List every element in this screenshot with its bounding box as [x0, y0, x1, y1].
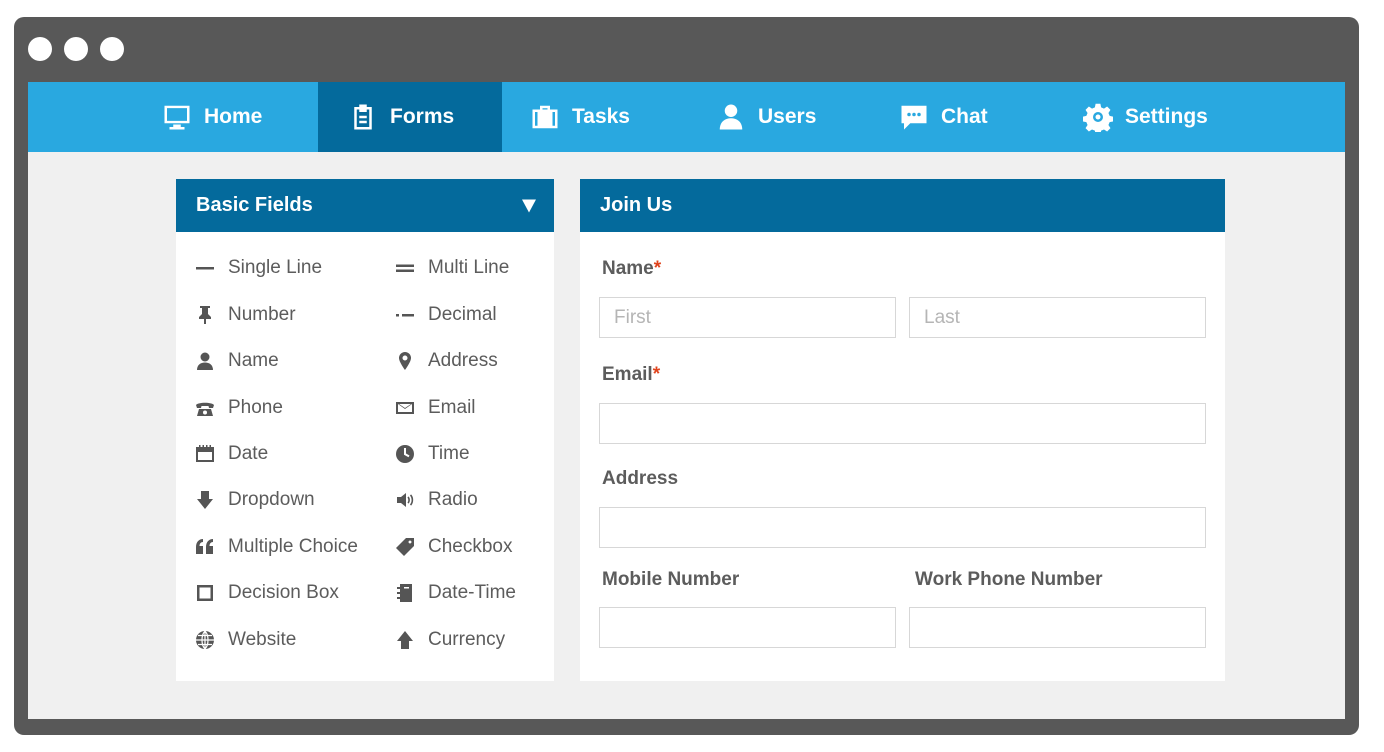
- basic-fields-header[interactable]: Basic Fields: [176, 179, 554, 232]
- nav-label: Users: [758, 105, 817, 128]
- nav-forms[interactable]: Forms: [318, 82, 502, 152]
- clock-icon: [394, 443, 416, 465]
- field-decimal[interactable]: Decimal: [394, 300, 497, 330]
- monitor-icon: [164, 105, 190, 130]
- briefcase-icon: [532, 105, 558, 129]
- field-label: Number: [228, 304, 296, 325]
- panel-title: Basic Fields: [196, 194, 313, 216]
- quote-icon: [194, 536, 216, 558]
- chat-bubble-icon: [901, 105, 927, 130]
- field-date-time[interactable]: Date-Time: [394, 578, 516, 608]
- field-label: Phone: [228, 397, 283, 418]
- notebook-icon: [394, 582, 416, 604]
- email-input[interactable]: [599, 403, 1206, 444]
- required-marker: *: [653, 258, 662, 279]
- last-name-input[interactable]: [909, 297, 1206, 338]
- multi-line-icon: [394, 257, 416, 279]
- field-label: Decimal: [428, 304, 497, 325]
- address-label: Address: [602, 468, 679, 489]
- field-label: Date: [228, 443, 269, 464]
- first-name-input[interactable]: [599, 297, 896, 338]
- pin-icon: [194, 304, 216, 326]
- arrow-up-icon: [394, 629, 416, 651]
- mobile-number-input[interactable]: [599, 607, 896, 648]
- field-single-line[interactable]: Single Line: [194, 253, 322, 283]
- work-phone-label: Work Phone Number: [915, 569, 1103, 590]
- field-label: Name: [228, 350, 279, 371]
- form-header: Join Us: [580, 179, 1225, 232]
- user-icon: [194, 350, 216, 372]
- top-navbar: Home Forms Tasks Users Chat Settings: [28, 82, 1345, 152]
- nav-settings[interactable]: Settings: [1083, 82, 1253, 152]
- tag-icon: [394, 536, 416, 558]
- field-radio[interactable]: Radio: [394, 485, 478, 515]
- join-us-form-panel: Join Us Name* Email* Address Mobile Numb…: [580, 179, 1225, 681]
- field-email[interactable]: Email: [394, 393, 476, 423]
- browser-window: Home Forms Tasks Users Chat Settings Bas…: [14, 17, 1359, 735]
- window-close-dot[interactable]: [28, 37, 52, 61]
- field-number[interactable]: Number: [194, 300, 296, 330]
- telephone-icon: [194, 397, 216, 419]
- field-label: Website: [228, 629, 297, 650]
- nav-users[interactable]: Users: [716, 82, 866, 152]
- speaker-icon: [394, 489, 416, 511]
- nav-label: Forms: [390, 105, 455, 128]
- nav-chat[interactable]: Chat: [899, 82, 1049, 152]
- envelope-icon: [394, 397, 416, 419]
- field-website[interactable]: Website: [194, 625, 296, 655]
- nav-label: Settings: [1125, 105, 1208, 128]
- field-checkbox[interactable]: Checkbox: [394, 532, 513, 562]
- field-address[interactable]: Address: [394, 346, 498, 376]
- single-line-icon: [194, 257, 216, 279]
- field-dropdown[interactable]: Dropdown: [194, 485, 315, 515]
- email-label: Email*: [602, 364, 661, 385]
- decimal-icon: [394, 304, 416, 326]
- required-marker: *: [652, 364, 661, 385]
- field-label: Date-Time: [428, 582, 516, 603]
- field-label: Time: [428, 443, 470, 464]
- basic-fields-panel: Basic Fields Single Line Multi Line Numb…: [176, 179, 554, 681]
- name-label: Name*: [602, 258, 662, 279]
- field-label: Checkbox: [428, 536, 513, 557]
- form-title: Join Us: [600, 194, 673, 216]
- calendar-icon: [194, 443, 216, 465]
- nav-tasks[interactable]: Tasks: [530, 82, 680, 152]
- field-multiple-choice[interactable]: Multiple Choice: [194, 532, 358, 562]
- field-phone[interactable]: Phone: [194, 393, 283, 423]
- nav-label: Tasks: [572, 105, 630, 128]
- field-label: Currency: [428, 629, 506, 650]
- clipboard-icon: [354, 104, 372, 130]
- mobile-number-label: Mobile Number: [602, 569, 740, 590]
- address-input[interactable]: [599, 507, 1206, 548]
- field-time[interactable]: Time: [394, 439, 470, 469]
- nav-label: Home: [204, 105, 263, 128]
- caret-down-icon[interactable]: [522, 199, 536, 212]
- nav-home[interactable]: Home: [162, 82, 312, 152]
- field-label: Address: [428, 350, 498, 371]
- field-date[interactable]: Date: [194, 439, 268, 469]
- field-label: Radio: [428, 489, 478, 510]
- square-icon: [194, 582, 216, 604]
- field-label: Decision Box: [228, 582, 339, 603]
- nav-label: Chat: [941, 105, 988, 128]
- field-label: Multi Line: [428, 257, 510, 278]
- map-marker-icon: [394, 350, 416, 372]
- gear-icon: [1083, 103, 1113, 132]
- field-multi-line[interactable]: Multi Line: [394, 253, 509, 283]
- field-currency[interactable]: Currency: [394, 625, 505, 655]
- work-phone-input[interactable]: [909, 607, 1206, 648]
- arrow-down-icon: [194, 489, 216, 511]
- field-name[interactable]: Name: [194, 346, 279, 376]
- field-label: Single Line: [228, 257, 323, 278]
- window-maximize-dot[interactable]: [100, 37, 124, 61]
- field-label: Email: [428, 397, 476, 418]
- field-label: Multiple Choice: [228, 536, 358, 557]
- field-decision-box[interactable]: Decision Box: [194, 578, 339, 608]
- app-viewport: Home Forms Tasks Users Chat Settings Bas…: [28, 82, 1345, 719]
- globe-icon: [194, 629, 216, 651]
- field-label: Dropdown: [228, 489, 315, 510]
- window-minimize-dot[interactable]: [64, 37, 88, 61]
- user-icon: [719, 104, 743, 130]
